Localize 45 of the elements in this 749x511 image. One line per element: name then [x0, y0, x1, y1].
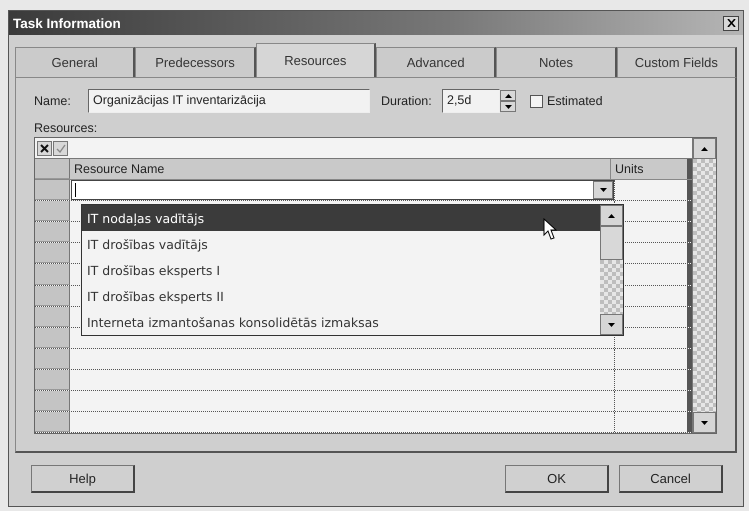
scrollbar[interactable] — [600, 205, 623, 335]
cross-icon — [40, 144, 49, 153]
spin-down-icon — [504, 104, 512, 108]
dropdown-button[interactable] — [593, 181, 613, 200]
list-item[interactable]: IT nodaļas vadītājs — [82, 205, 600, 231]
list-item[interactable]: IT drošības eksperts I — [82, 257, 600, 283]
scrollbar[interactable] — [692, 138, 716, 433]
list-item[interactable]: IT drošības eksperts II — [82, 283, 600, 309]
scroll-down-icon — [608, 322, 615, 326]
tab[interactable]: General — [15, 47, 136, 77]
spin-button[interactable] — [500, 90, 516, 112]
tab[interactable]: Predecessors — [135, 47, 256, 77]
section-label: Resources: — [34, 121, 98, 135]
dialog-button[interactable]: Cancel — [619, 465, 723, 493]
list-item[interactable]: IT drošības vadītājs — [82, 231, 600, 257]
resource-combo-field[interactable] — [71, 180, 614, 200]
check-icon — [56, 144, 66, 153]
scroll-down-icon — [701, 420, 708, 424]
split-bar[interactable] — [687, 159, 692, 180]
tab[interactable]: Advanced — [376, 47, 496, 77]
close-button[interactable] — [723, 16, 739, 30]
spin-up-icon — [504, 94, 512, 98]
scroll-up-icon — [608, 214, 615, 218]
list-item[interactable]: Interneta izmantošanas konsolidētās izmaksas — [82, 309, 600, 335]
dialog-button[interactable]: OK — [505, 465, 609, 493]
field-label: Duration: — [381, 94, 433, 108]
dialog-button[interactable]: Help — [31, 465, 135, 493]
tab[interactable]: Resources — [256, 43, 376, 77]
tab[interactable]: Notes — [496, 47, 617, 77]
scroll-up-icon — [701, 146, 708, 150]
window-title: Task Information — [13, 16, 121, 30]
cursor-icon — [543, 218, 557, 240]
column-header: Resource Name — [70, 159, 611, 180]
name-field[interactable]: Organizācijas IT inventarizācija — [88, 89, 370, 113]
accept-edit-button[interactable] — [53, 140, 68, 156]
checkbox-label: Estimated — [547, 94, 603, 108]
cancel-edit-button[interactable] — [37, 140, 52, 156]
field-label: Name: — [34, 94, 72, 108]
tab[interactable]: Custom Fields — [616, 47, 737, 77]
checkbox[interactable] — [530, 94, 543, 108]
caret-icon — [600, 188, 606, 192]
row-header[interactable] — [35, 390, 70, 412]
close-icon — [726, 19, 736, 27]
column-header: Units — [614, 161, 644, 178]
duration-field[interactable]: 2,5d — [442, 89, 500, 113]
